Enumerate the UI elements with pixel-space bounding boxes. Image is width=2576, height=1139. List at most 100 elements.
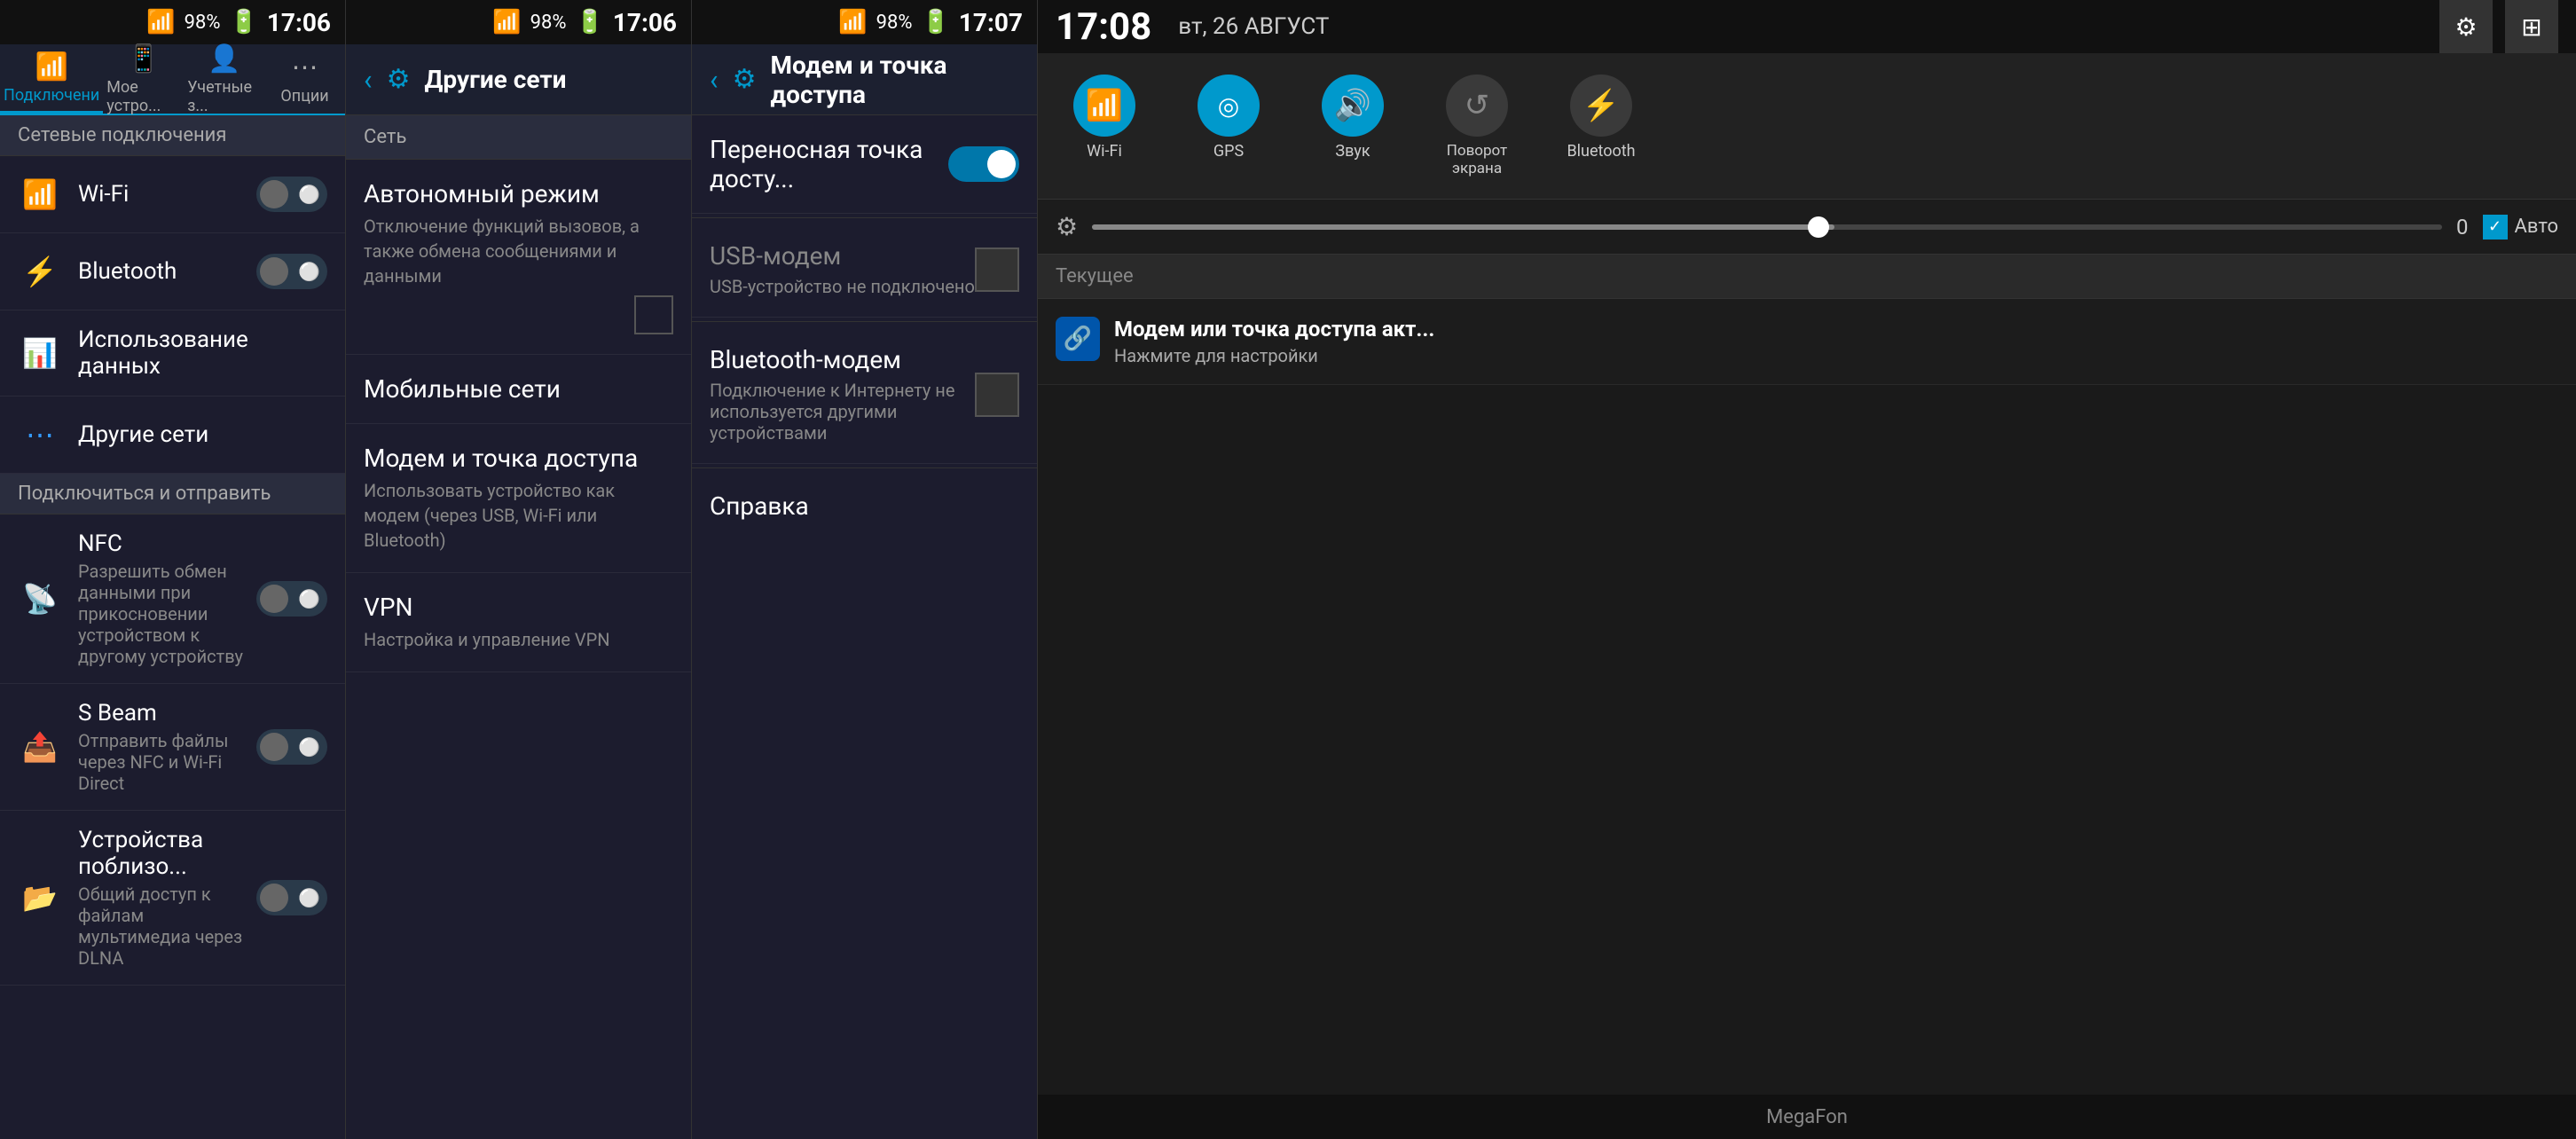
section-connect: Подключиться и отправить (0, 474, 345, 515)
tab-options-label: Опции (280, 87, 328, 106)
usb-text: USB-модем USB-устройство не подключено (710, 241, 975, 297)
usb-subtitle: USB-устройство не подключено (710, 276, 975, 297)
nfc-title: NFC (78, 530, 256, 557)
battery-3: 98% (876, 12, 913, 34)
divider-1 (692, 217, 1037, 218)
vpn-title: VPN (364, 593, 673, 622)
wifi-icon: 📶 (18, 172, 62, 216)
nfc-toggle[interactable]: ⚪ (256, 581, 327, 617)
panel2-header: ‹ ⚙ Другие сети (346, 44, 691, 115)
notif-date: вт, 26 АВГУСТ (1178, 13, 1329, 40)
quick-gps-icon: ◎ (1198, 75, 1260, 137)
auto-brightness-check[interactable]: ✓ Авто (2483, 215, 2558, 240)
notif-body: Нажмите для настройки (1114, 345, 2558, 366)
bt-modem-subtitle: Подключение к Интернету не используется … (710, 380, 975, 444)
brightness-slider[interactable] (1092, 224, 2442, 230)
sbeam-toggle[interactable]: ⚪ (256, 729, 327, 765)
grid-button[interactable]: ⊞ (2505, 0, 2558, 53)
time-date-group: 17:08 вт, 26 АВГУСТ (1056, 5, 1329, 49)
brightness-row: ⚙ 0 ✓ Авто (1038, 200, 2576, 255)
wifi-toggle[interactable]: ⚪ (256, 177, 327, 212)
connections-icon: 📶 (35, 51, 67, 82)
vpn-subtitle: Настройка и управление VPN (364, 627, 673, 652)
bluetooth-toggle[interactable]: ⚪ (256, 254, 327, 289)
tethering-notif-icon: 🔗 (1056, 317, 1100, 361)
quick-wifi-icon: 📶 (1073, 75, 1135, 137)
help-title: Справка (710, 491, 1019, 521)
nearby-toggle[interactable]: ⚪ (256, 880, 327, 915)
mydevice-icon: 📱 (127, 43, 160, 75)
bt-modem-text: Bluetooth-модем Подключение к Интернету … (710, 345, 975, 444)
item-offline[interactable]: Автономный режим Отключение функций вызо… (346, 160, 691, 355)
usb-checkbox[interactable] (975, 247, 1019, 292)
tab-options[interactable]: ⋯ Опции (264, 44, 345, 114)
other-networks-icon: ⋯ (18, 412, 62, 457)
item-bluetooth[interactable]: ⚡ Bluetooth ⚪ (0, 233, 345, 310)
brightness-knob (1808, 216, 1829, 238)
tab-mydevice[interactable]: 📱 Мое устро... (103, 44, 184, 114)
tab-connections[interactable]: 📶 Подключени (0, 44, 103, 114)
quick-toggles-bar: 📶 Wi-Fi ◎ GPS 🔊 Звук ↺ Поворот экрана ⚡ … (1038, 53, 2576, 200)
brightness-fill (1092, 224, 1834, 230)
quick-gps-label: GPS (1213, 142, 1244, 161)
current-section-label: Текущее (1056, 265, 1134, 287)
bluetooth-text: Bluetooth (78, 258, 256, 285)
auto-check-box: ✓ (2483, 215, 2508, 240)
item-bt-modem[interactable]: Bluetooth-модем Подключение к Интернету … (692, 326, 1037, 464)
notification-tethering[interactable]: 🔗 Модем или точка доступа акт... Нажмите… (1038, 299, 2576, 385)
nearby-text: Устройства поблизо... Общий доступ к фай… (78, 827, 256, 969)
quick-toggle-bluetooth[interactable]: ⚡ Bluetooth (1543, 67, 1659, 185)
quick-sound-icon: 🔊 (1322, 75, 1384, 137)
sbeam-toggle-knob (260, 733, 288, 761)
bluetooth-toggle-icon: ⚪ (298, 261, 320, 282)
back-button-2[interactable]: ‹ (364, 63, 373, 97)
options-icon: ⋯ (292, 52, 318, 83)
battery-icon-2: 🔋 (575, 9, 603, 35)
tab-accounts[interactable]: 👤 Учетные з... (184, 44, 264, 114)
hotspot-toggle[interactable] (948, 146, 1019, 182)
quick-rotate-icon: ↺ (1446, 75, 1508, 137)
item-usb-modem[interactable]: USB-модем USB-устройство не подключено (692, 222, 1037, 318)
item-sbeam[interactable]: 📤 S Beam Отправить файлы через NFC и Wi-… (0, 684, 345, 811)
brightness-settings-icon[interactable]: ⚙ (1056, 212, 1078, 241)
quick-toggle-sound[interactable]: 🔊 Звук (1295, 67, 1410, 185)
bt-modem-checkbox[interactable] (975, 373, 1019, 417)
item-nfc[interactable]: 📡 NFC Разрешить обмен данными при прикос… (0, 515, 345, 684)
item-tethering[interactable]: Модем и точка доступа Использовать устро… (346, 424, 691, 573)
settings-icon-3: ⚙ (733, 64, 757, 95)
item-other-networks[interactable]: ⋯ Другие сети (0, 397, 345, 474)
item-nearby[interactable]: 📂 Устройства поблизо... Общий доступ к ф… (0, 811, 345, 986)
sbeam-subtitle: Отправить файлы через NFC и Wi-Fi Direct (78, 730, 256, 794)
item-wifi[interactable]: 📶 Wi-Fi ⚪ (0, 156, 345, 233)
nearby-subtitle: Общий доступ к файлам мультимедиа через … (78, 884, 256, 969)
quick-bluetooth-icon: ⚡ (1570, 75, 1632, 137)
tab-mydevice-label: Мое устро... (106, 78, 180, 115)
wifi-title: Wi-Fi (78, 181, 256, 208)
divider-2 (692, 321, 1037, 322)
nearby-toggle-knob (260, 884, 288, 912)
back-button-3[interactable]: ‹ (710, 63, 719, 97)
settings-icon-2: ⚙ (387, 64, 411, 95)
wifi-text: Wi-Fi (78, 181, 256, 208)
quick-toggle-rotate[interactable]: ↺ Поворот экрана (1419, 67, 1535, 185)
offline-title: Автономный режим (364, 179, 673, 208)
bluetooth-icon: ⚡ (18, 249, 62, 294)
item-portable-hotspot[interactable]: Переносная точка досту... (692, 115, 1037, 214)
panel-tethering: 📶 98% 🔋 17:07 ‹ ⚙ Модем и точка доступа … (692, 0, 1038, 1139)
item-help[interactable]: Справка (692, 472, 1037, 540)
battery-icon-3: 🔋 (921, 9, 949, 35)
wifi-toggle-knob (260, 180, 288, 208)
item-mobile[interactable]: Мобильные сети (346, 355, 691, 424)
sbeam-title: S Beam (78, 700, 256, 727)
settings-button[interactable]: ⚙ (2439, 0, 2493, 53)
offline-subtitle: Отключение функций вызовов, а также обме… (364, 214, 673, 288)
bluetooth-title: Bluetooth (78, 258, 256, 285)
tethering-title: Модем и точка доступа (364, 444, 673, 473)
item-data-usage[interactable]: 📊 Использование данных (0, 310, 345, 397)
grid-icon: ⊞ (2521, 12, 2541, 42)
item-vpn[interactable]: VPN Настройка и управление VPN (346, 573, 691, 672)
quick-toggle-gps[interactable]: ◎ GPS (1171, 67, 1286, 185)
nearby-title: Устройства поблизо... (78, 827, 256, 880)
quick-toggle-wifi[interactable]: 📶 Wi-Fi (1047, 67, 1162, 185)
quick-rotate-label: Поворот экрана (1447, 142, 1507, 177)
